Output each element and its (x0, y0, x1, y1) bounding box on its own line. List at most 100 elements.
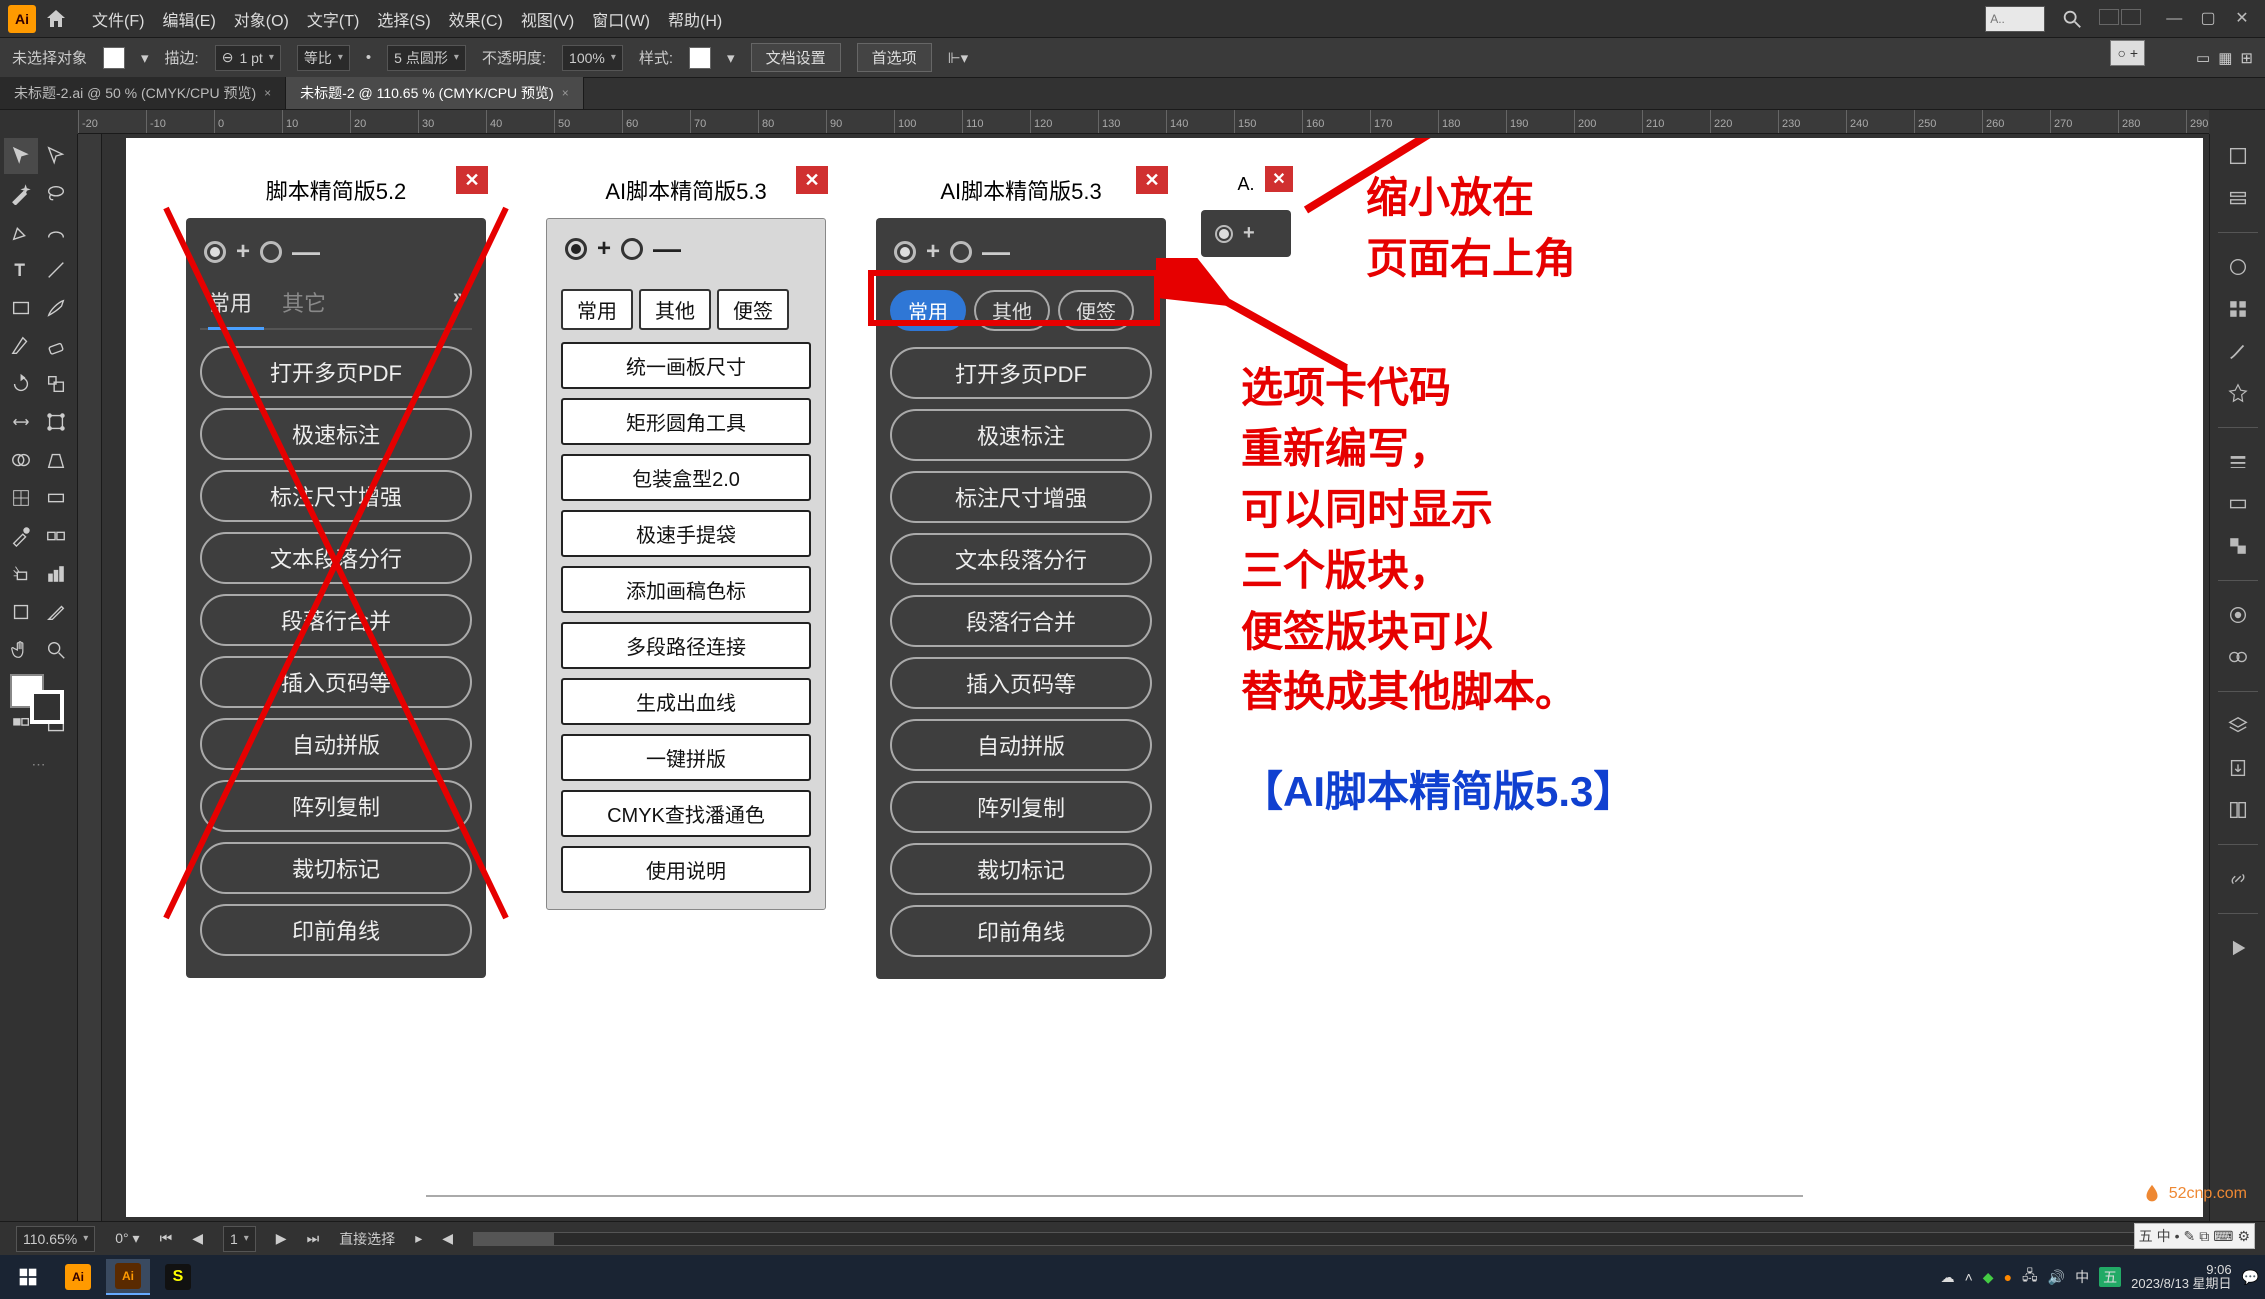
menu-view[interactable]: 视图(V) (513, 3, 582, 35)
radio-on-icon[interactable] (204, 241, 226, 263)
swatches-panel-icon[interactable] (2224, 295, 2252, 323)
btn-unify-artboard[interactable]: 统一画板尺寸 (561, 342, 811, 389)
artboard-nav-last[interactable]: ⏭ (307, 1230, 320, 1247)
btn-open-pdf[interactable]: 打开多页PDF (890, 347, 1152, 399)
mesh-tool[interactable] (4, 480, 38, 516)
workspace-switcher[interactable] (2099, 9, 2143, 28)
rectangle-tool[interactable] (4, 290, 38, 326)
artboard-nav-prev[interactable]: ⏮ (160, 1230, 173, 1247)
links-panel-icon[interactable] (2224, 865, 2252, 893)
brushes-panel-icon[interactable] (2224, 337, 2252, 365)
symbols-panel-icon[interactable] (2224, 379, 2252, 407)
brush-dropdown[interactable]: 5 点圆形▾ (387, 45, 466, 71)
btn-fast-annotate[interactable]: 极速标注 (200, 408, 472, 460)
document-setup-button[interactable]: 文档设置 (751, 43, 841, 72)
btn-bleed-line[interactable]: 生成出血线 (561, 678, 811, 725)
btn-para-merge[interactable]: 段落行合并 (200, 594, 472, 646)
artboard-number[interactable]: 1▾ (223, 1226, 256, 1252)
radio-on-icon[interactable] (894, 241, 916, 263)
minus-icon[interactable]: — (982, 236, 1010, 268)
notifications-icon[interactable]: 💬 (2242, 1269, 2259, 1286)
play-icon[interactable] (2224, 934, 2252, 962)
ime-lang[interactable]: 中 (2157, 1226, 2171, 1246)
btn-instructions[interactable]: 使用说明 (561, 846, 811, 893)
plus-icon[interactable]: + (597, 235, 611, 263)
tray-up-icon[interactable]: ˄ (1965, 1269, 1973, 1285)
btn-corner-lines[interactable]: 印前角线 (890, 905, 1152, 957)
rotate-tool[interactable] (4, 366, 38, 402)
gradient-tool[interactable] (40, 480, 74, 516)
doc-tab-2[interactable]: 未标题-2 @ 110.65 % (CMYK/CPU 预览) × (286, 77, 584, 109)
search-icon[interactable] (2061, 8, 2083, 30)
panel-more-icon[interactable]: ⊞ (2240, 49, 2253, 67)
close-icon[interactable]: × (562, 86, 569, 100)
taskbar-app-3[interactable]: S (156, 1259, 200, 1295)
btn-dim-enhance[interactable]: 标注尺寸增强 (200, 470, 472, 522)
panel-53-dark-close[interactable]: ✕ (1136, 166, 1168, 194)
layers-panel-icon[interactable] (2224, 712, 2252, 740)
btn-array-copy[interactable]: 阵列复制 (200, 780, 472, 832)
tab-other[interactable]: 其他 (639, 289, 711, 330)
uniform-dropdown[interactable]: 等比▾ (297, 45, 350, 71)
start-button[interactable] (6, 1259, 50, 1295)
btn-crop-marks[interactable]: 裁切标记 (200, 842, 472, 894)
shaper-tool[interactable] (4, 328, 38, 364)
type-tool[interactable]: T (4, 252, 38, 288)
asset-export-panel-icon[interactable] (2224, 754, 2252, 782)
color-panel-icon[interactable] (2224, 253, 2252, 281)
ime-tray[interactable]: 五 中 •✎⧉⌨⚙ (2134, 1223, 2255, 1249)
radio-off-icon[interactable] (621, 238, 643, 260)
rotate-view-icon[interactable]: 0° ▾ (115, 1230, 139, 1247)
tray-cloud-icon[interactable]: ☁ (1941, 1269, 1955, 1286)
btn-crop-marks[interactable]: 裁切标记 (890, 843, 1152, 895)
radio-off-icon[interactable] (260, 241, 282, 263)
btn-auto-impose[interactable]: 自动拼版 (200, 718, 472, 770)
paintbrush-tool[interactable] (40, 290, 74, 326)
tab-common[interactable]: 常用 (561, 289, 633, 330)
btn-page-number[interactable]: 插入页码等 (890, 657, 1152, 709)
radio-off-icon[interactable] (950, 241, 972, 263)
floating-mini-panel[interactable]: ○ + (2110, 40, 2145, 66)
blend-tool[interactable] (40, 518, 74, 554)
gradient-panel-icon[interactable] (2224, 490, 2252, 518)
app-search-input[interactable] (1985, 6, 2045, 32)
radio-on-icon[interactable] (565, 238, 587, 260)
selection-tool[interactable] (4, 138, 38, 174)
line-tool[interactable] (40, 252, 74, 288)
tabs-more-icon[interactable]: » (453, 286, 464, 318)
tray-volume-icon[interactable]: 🔊 (2048, 1269, 2065, 1286)
free-transform-tool[interactable] (40, 404, 74, 440)
tab-other[interactable]: 其它 (282, 286, 326, 318)
eyedropper-tool[interactable] (4, 518, 38, 554)
opacity-dropdown[interactable]: 100%▾ (562, 45, 623, 71)
curvature-tool[interactable] (40, 214, 74, 250)
properties-panel-icon[interactable] (2224, 142, 2252, 170)
btn-fast-bag[interactable]: 极速手提袋 (561, 510, 811, 557)
close-icon[interactable]: × (264, 86, 271, 100)
artboard-tool[interactable] (4, 594, 38, 630)
taskbar-ai-2[interactable]: Ai (106, 1259, 150, 1295)
preferences-button[interactable]: 首选项 (857, 43, 932, 72)
width-tool[interactable] (4, 404, 38, 440)
btn-add-swatch[interactable]: 添加画稿色标 (561, 566, 811, 613)
align-icon[interactable]: ⊩▾ (948, 49, 969, 67)
btn-cmyk-pantone[interactable]: CMYK查找潘通色 (561, 790, 811, 837)
taskbar-ai-1[interactable]: Ai (56, 1259, 100, 1295)
artboard-nav-back[interactable]: ◀ (192, 1230, 203, 1247)
btn-page-number[interactable]: 插入页码等 (200, 656, 472, 708)
tab-notes[interactable]: 便签 (717, 289, 789, 330)
plus-icon[interactable]: + (1243, 222, 1255, 245)
panel-52-close[interactable]: ✕ (456, 166, 488, 194)
panel-toggle-icon[interactable]: ▭ (2196, 49, 2210, 67)
menu-window[interactable]: 窗口(W) (584, 3, 658, 35)
plus-icon[interactable]: + (926, 238, 940, 266)
btn-multi-path[interactable]: 多段路径连接 (561, 622, 811, 669)
btn-round-rect[interactable]: 矩形圆角工具 (561, 398, 811, 445)
tab-common[interactable]: 常用 (208, 286, 252, 318)
graph-tool[interactable] (40, 556, 74, 592)
stroke-weight-dropdown[interactable]: ⊖1 pt▾ (215, 45, 281, 71)
scroll-left-icon[interactable]: ◀ (442, 1230, 453, 1247)
panel-53-light-close[interactable]: ✕ (796, 166, 828, 194)
btn-one-impose[interactable]: 一键拼版 (561, 734, 811, 781)
appearance-panel-icon[interactable] (2224, 601, 2252, 629)
